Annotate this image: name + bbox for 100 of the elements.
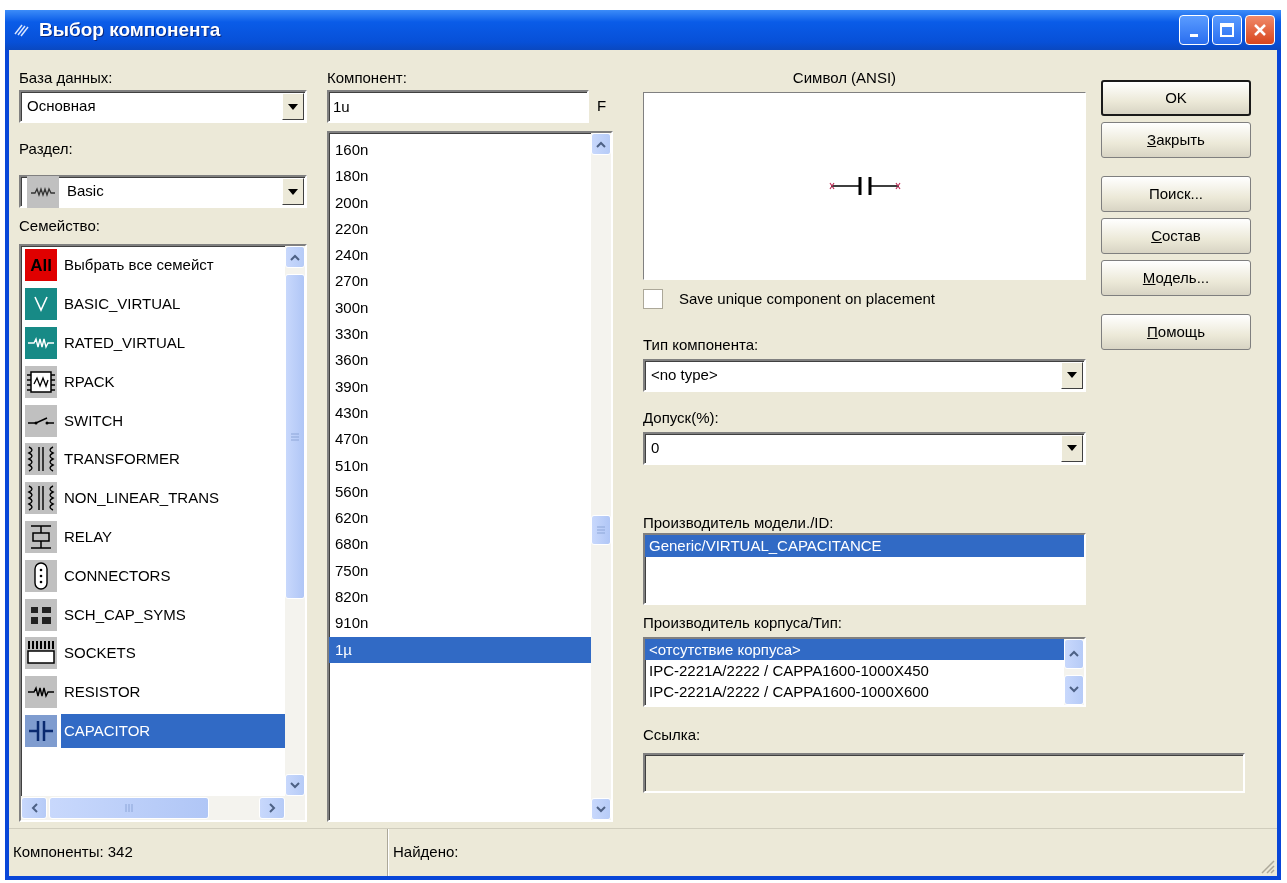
scroll-down-button[interactable] xyxy=(285,774,305,796)
component-item[interactable]: 510n xyxy=(329,452,591,479)
component-item[interactable]: 470n xyxy=(329,426,591,453)
component-item[interactable]: 330n xyxy=(329,321,591,348)
symbol-title: Символ (ANSI) xyxy=(792,69,897,86)
component-item[interactable]: 430n xyxy=(329,399,591,427)
checkbox[interactable] xyxy=(643,289,663,310)
close-button[interactable] xyxy=(1245,15,1275,45)
scroll-down-button[interactable] xyxy=(591,798,611,820)
component-value-field[interactable]: 1u xyxy=(327,90,589,123)
model-item[interactable]: Generic/VIRTUAL_CAPACITANCE xyxy=(645,534,1084,557)
maximize-icon xyxy=(1219,22,1235,38)
dialog-button[interactable]: Модель... xyxy=(1101,260,1251,296)
component-item[interactable]: 220n xyxy=(329,215,591,243)
minimize-button[interactable] xyxy=(1179,15,1209,45)
family-item[interactable]: BASIC_VIRTUAL xyxy=(61,287,285,322)
dropdown-arrow-button[interactable] xyxy=(282,178,304,205)
v-symbol-icon xyxy=(25,288,57,321)
dialog-button[interactable]: Помощь xyxy=(1101,314,1251,350)
maximize-button[interactable] xyxy=(1212,15,1242,45)
scroll-down-button[interactable] xyxy=(1064,674,1084,705)
component-item[interactable]: 910n xyxy=(329,610,591,637)
scroll-up-button[interactable] xyxy=(591,133,611,155)
scrollbar[interactable] xyxy=(1064,638,1084,705)
component-item[interactable]: 180n xyxy=(329,163,591,190)
component-item[interactable]: 270n xyxy=(329,268,591,295)
dialog-button[interactable]: OK xyxy=(1101,80,1251,116)
arrow-down-icon xyxy=(290,781,300,789)
family-item[interactable]: SOCKETS xyxy=(61,636,285,671)
field-label: Раздел: xyxy=(19,140,73,157)
dialog-button[interactable]: Закрыть xyxy=(1101,122,1251,158)
dialog-button[interactable]: Поиск... xyxy=(1101,176,1251,212)
dropdown-arrow-button[interactable] xyxy=(1061,434,1083,462)
scrollbar-thumb[interactable] xyxy=(285,274,305,599)
family-item[interactable]: SWITCH xyxy=(61,403,285,438)
caret-icon xyxy=(1067,372,1077,378)
arrow-up-icon xyxy=(596,140,606,148)
dialog-button[interactable]: Состав xyxy=(1101,218,1251,254)
family-item[interactable]: CONNECTORS xyxy=(61,558,285,593)
tolerance-dropdown[interactable]: 0 xyxy=(643,431,1086,465)
package-item[interactable]: IPC-2221A/2222 / CAPPA1600-1000X600 xyxy=(645,680,1064,702)
component-item[interactable]: 680n xyxy=(329,531,591,558)
transformer-icon xyxy=(25,443,57,476)
grip-icon xyxy=(597,526,605,534)
family-item[interactable]: SCH_CAP_SYMS xyxy=(61,597,285,632)
field-label: Производитель корпуса/Тип: xyxy=(643,613,842,631)
package-item[interactable]: <отсутствие корпуса> xyxy=(645,638,1064,660)
arrow-up-icon xyxy=(290,253,300,261)
caret-icon xyxy=(288,103,298,110)
field-label: Допуск(%): xyxy=(643,408,719,426)
component-item[interactable]: 820n xyxy=(329,584,591,611)
scroll-right-button[interactable] xyxy=(259,797,285,819)
found-label: Найдено: xyxy=(392,842,460,863)
scrollbar-thumb[interactable] xyxy=(49,797,209,819)
package-item[interactable]: IPC-2221A/2222 / CAPPA1600-1000X450 xyxy=(645,659,1064,681)
family-item[interactable]: RELAY xyxy=(61,519,285,554)
family-item[interactable]: Выбрать все семейст xyxy=(61,248,285,283)
scroll-up-button[interactable] xyxy=(1064,638,1084,669)
window-title: Выбор компонента xyxy=(39,17,221,42)
family-item[interactable]: RATED_VIRTUAL xyxy=(61,326,285,360)
component-item[interactable]: 560n xyxy=(329,478,591,506)
family-item[interactable]: NON_LINEAR_TRANS xyxy=(61,481,285,516)
horizontal-scrollbar[interactable] xyxy=(21,796,305,820)
close-icon xyxy=(1252,22,1268,38)
component-item[interactable]: 1µ xyxy=(329,636,591,663)
scrollbar[interactable] xyxy=(285,246,305,796)
scroll-left-button[interactable] xyxy=(21,797,47,819)
component-item[interactable]: 390n xyxy=(329,373,591,400)
family-item[interactable]: CAPACITOR xyxy=(61,713,285,748)
component-item[interactable]: 240n xyxy=(329,242,591,269)
dropdown-arrow-button[interactable] xyxy=(1061,361,1083,389)
component-item[interactable]: 620n xyxy=(329,505,591,532)
scrollbar-thumb[interactable] xyxy=(591,515,611,545)
component-item[interactable]: 750n xyxy=(329,557,591,585)
wave-icon xyxy=(27,175,59,208)
family-item[interactable]: TRANSFORMER xyxy=(61,442,285,477)
field-label: База данных: xyxy=(19,69,113,86)
component-item[interactable]: 200n xyxy=(329,189,591,216)
grip-icon xyxy=(291,432,299,441)
capacitor-icon xyxy=(25,714,57,747)
switch-icon xyxy=(25,404,57,437)
link-field[interactable] xyxy=(643,752,1245,793)
grid-icon xyxy=(25,598,57,631)
resize-grip-icon[interactable] xyxy=(1259,858,1275,874)
group-dropdown[interactable]: Basic xyxy=(19,175,307,208)
field-label: Компонент: xyxy=(327,69,407,86)
database-dropdown[interactable]: Основная xyxy=(19,90,307,123)
dropdown-arrow-button[interactable] xyxy=(282,93,304,120)
transformer-icon xyxy=(25,482,57,515)
family-item[interactable]: RPACK xyxy=(61,364,285,399)
component-item[interactable]: 300n xyxy=(329,294,591,322)
component-type-dropdown[interactable]: <no type> xyxy=(643,358,1086,392)
component-item[interactable]: 160n xyxy=(329,137,591,164)
resistor-icon xyxy=(25,327,57,359)
component-item[interactable]: 360n xyxy=(329,347,591,374)
scrollbar[interactable] xyxy=(591,133,611,820)
scroll-up-button[interactable] xyxy=(285,246,305,268)
chip-icon xyxy=(25,365,57,398)
family-item[interactable]: RESISTOR xyxy=(61,675,285,710)
arrow-up-icon xyxy=(1069,650,1079,657)
